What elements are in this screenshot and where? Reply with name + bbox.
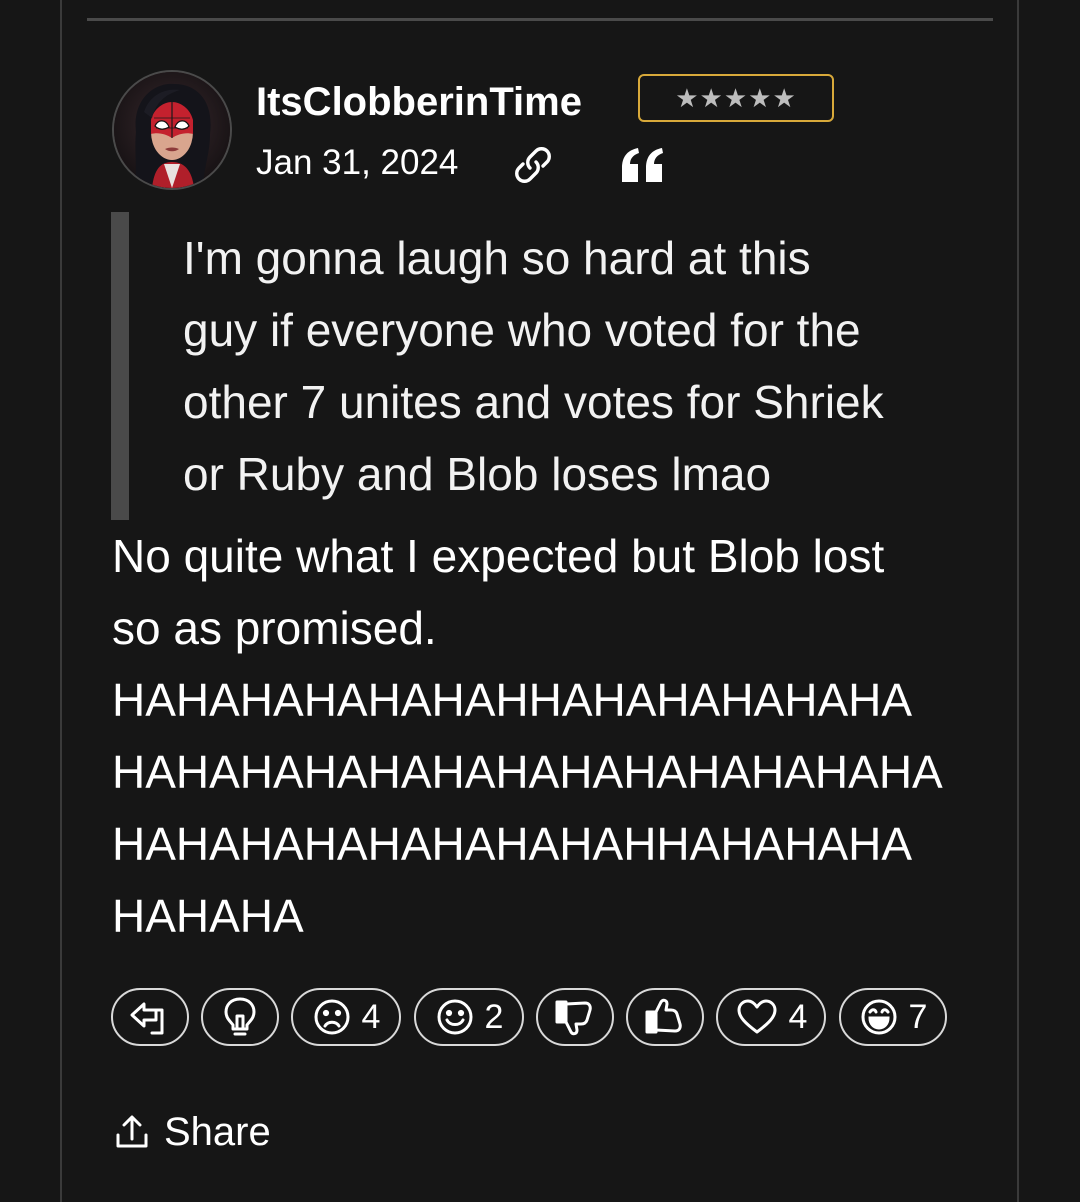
blockquote: I'm gonna laugh so hard at this guy if e… bbox=[183, 222, 983, 510]
sad-face-icon bbox=[314, 999, 350, 1035]
thumbs-up-icon bbox=[645, 998, 682, 1034]
rank-badge: ★★★★★ bbox=[638, 74, 834, 122]
blockquote-line: other 7 unites and votes for Shriek bbox=[183, 376, 884, 428]
permalink-icon[interactable] bbox=[510, 142, 556, 188]
haha-reaction-count: 7 bbox=[908, 998, 928, 1036]
avatar-image bbox=[114, 72, 230, 188]
post-body-line: HAHAHAHAHAHAHHAHAHAHAHAHA bbox=[112, 674, 913, 726]
heart-icon bbox=[737, 999, 777, 1034]
share-label: Share bbox=[164, 1110, 271, 1154]
haha-reaction-button[interactable]: 7 bbox=[839, 988, 947, 1046]
sad-reaction-button[interactable]: 4 bbox=[291, 988, 401, 1046]
love-reaction-button[interactable]: 4 bbox=[716, 988, 826, 1046]
agree-reaction-button[interactable] bbox=[626, 988, 704, 1046]
post-body: No quite what I expected but Blob lost s… bbox=[112, 520, 992, 952]
blockquote-line: or Ruby and Blob loses lmao bbox=[183, 448, 772, 500]
laugh-face-icon bbox=[861, 999, 897, 1035]
sad-reaction-count: 4 bbox=[361, 998, 381, 1036]
blockquote-bar bbox=[111, 212, 129, 520]
love-reaction-count: 4 bbox=[788, 998, 808, 1036]
post-divider bbox=[87, 18, 993, 21]
post-body-line: No quite what I expected but Blob lost bbox=[112, 530, 885, 582]
frame-border-right bbox=[1017, 0, 1019, 1202]
username[interactable]: ItsClobberinTime bbox=[256, 76, 582, 128]
blockquote-line: guy if everyone who voted for the bbox=[183, 304, 861, 356]
frame-border-left bbox=[60, 0, 62, 1202]
post-date[interactable]: Jan 31, 2024 bbox=[256, 140, 458, 186]
share-upload-icon bbox=[116, 1115, 148, 1148]
lightbulb-icon bbox=[224, 997, 256, 1036]
like-reaction-button[interactable]: 2 bbox=[414, 988, 524, 1046]
disagree-reaction-button[interactable] bbox=[536, 988, 614, 1046]
insightful-reaction-button[interactable] bbox=[201, 988, 279, 1046]
avatar[interactable] bbox=[112, 70, 232, 190]
post-body-line: HAHAHAHAHAHAHAHAHAHAHAHAHA bbox=[112, 746, 943, 798]
share-button[interactable]: Share bbox=[114, 1106, 271, 1158]
like-reaction-count: 2 bbox=[484, 998, 504, 1036]
quote-reply-icon[interactable] bbox=[618, 142, 666, 188]
blockquote-line: I'm gonna laugh so hard at this bbox=[183, 232, 811, 284]
post-body-line: so as promised. bbox=[112, 602, 437, 654]
thumbs-down-icon bbox=[555, 1000, 592, 1036]
post-body-line: HAHAHA bbox=[112, 890, 304, 942]
reply-arrow-icon bbox=[130, 1002, 164, 1035]
reply-button[interactable] bbox=[111, 988, 189, 1046]
post-body-line: HAHAHAHAHAHAHAHAHHAHAHAHA bbox=[112, 818, 913, 870]
smile-face-icon bbox=[437, 999, 473, 1035]
page: ItsClobberinTime ★★★★★ Jan 31, 2024 I'm … bbox=[0, 0, 1080, 1202]
